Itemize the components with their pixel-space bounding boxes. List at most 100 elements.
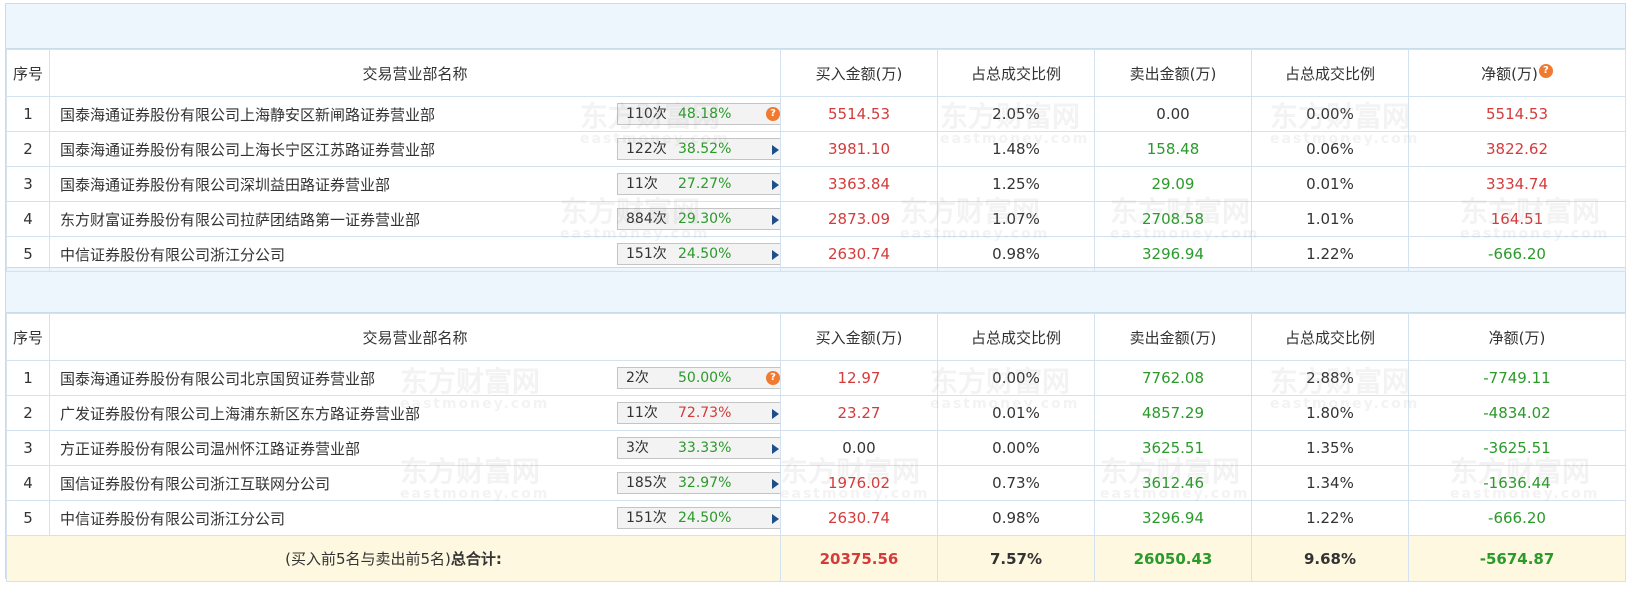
- expand-arrow-icon[interactable]: [772, 180, 779, 190]
- total-net: -5674.87: [1408, 535, 1626, 582]
- branch-stat-button[interactable]: 11次 72.73%: [617, 402, 780, 424]
- net-amount: 164.51: [1408, 201, 1626, 237]
- sell-table-header-row: 序号 交易营业部名称 买入金额(万) 占总成交比例 卖出金额(万) 占总成交比例…: [6, 313, 1626, 361]
- buy-ratio: 0.00%: [937, 430, 1095, 466]
- sell-amount: 2708.58: [1094, 201, 1252, 237]
- branch-name-cell: 国泰海通证券股份有限公司深圳益田路证券营业部 11次 27.27%: [49, 166, 781, 202]
- listing-count: 151次: [626, 246, 667, 262]
- branch-name[interactable]: 广发证券股份有限公司上海浦东新区东方路证券营业部: [60, 403, 420, 424]
- win-rate: 38.52%: [678, 141, 732, 157]
- sell-ratio: 0.00%: [1251, 96, 1409, 132]
- net-amount: -666.20: [1408, 236, 1626, 272]
- table-row[interactable]: 5 中信证券股份有限公司浙江分公司 151次 24.50% 2630.74 0.98% 32…: [6, 500, 1626, 536]
- win-rate: 33.33%: [678, 440, 732, 456]
- branch-name[interactable]: 国泰海通证券股份有限公司深圳益田路证券营业部: [60, 174, 390, 195]
- listing-count: 884次: [626, 211, 667, 227]
- table-row[interactable]: 4 国信证券股份有限公司浙江互联网分公司 185次 32.97% 1976.02 0.73…: [6, 465, 1626, 501]
- branch-name[interactable]: 中信证券股份有限公司浙江分公司: [60, 508, 285, 529]
- branch-name[interactable]: 国泰海通证券股份有限公司北京国贸证券营业部: [60, 368, 375, 389]
- sell-amount: 4857.29: [1094, 395, 1252, 431]
- sell-ratio: 2.88%: [1251, 360, 1409, 396]
- help-icon[interactable]: ?: [766, 371, 780, 385]
- help-icon[interactable]: ?: [1538, 63, 1553, 78]
- col-sell-header: 卖出金额(万): [1094, 49, 1252, 97]
- table-row[interactable]: 3 方正证券股份有限公司温州怀江路证券营业部 3次 33.33% 0.00 0.00% 36…: [6, 430, 1626, 466]
- table-row[interactable]: 1 国泰海通证券股份有限公司北京国贸证券营业部 2次 50.00%? 12.97 0.00…: [6, 360, 1626, 396]
- sell-amount: 3612.46: [1094, 465, 1252, 501]
- net-amount: -4834.02: [1408, 395, 1626, 431]
- listing-count: 3次: [626, 440, 649, 456]
- buy-amount: 0.00: [780, 430, 938, 466]
- branch-stat-button[interactable]: 151次 24.50%: [617, 243, 780, 265]
- total-label-prefix: (买入前5名与卖出前5名): [285, 550, 451, 568]
- branch-name-cell: 东方财富证券股份有限公司拉萨团结路第一证券营业部 884次 29.30%: [49, 201, 781, 237]
- branch-stat-button[interactable]: 185次 32.97%: [617, 472, 780, 494]
- table-row[interactable]: 2 广发证券股份有限公司上海浦东新区东方路证券营业部 11次 72.73% 23.27 0…: [6, 395, 1626, 431]
- branch-name[interactable]: 方正证券股份有限公司温州怀江路证券营业部: [60, 438, 360, 459]
- table-row[interactable]: 2 国泰海通证券股份有限公司上海长宁区江苏路证券营业部 122次 38.52% 3981…: [6, 131, 1626, 167]
- branch-name[interactable]: 中信证券股份有限公司浙江分公司: [60, 244, 285, 265]
- table-row[interactable]: 1 国泰海通证券股份有限公司上海静安区新闸路证券营业部 110次 48.18%? 551…: [6, 96, 1626, 132]
- expand-arrow-icon[interactable]: [772, 250, 779, 260]
- win-rate: 72.73%: [678, 405, 732, 421]
- listing-count: 110次: [626, 106, 667, 122]
- branch-name-cell: 国泰海通证券股份有限公司北京国贸证券营业部 2次 50.00%?: [49, 360, 781, 396]
- col-name-header: 交易营业部名称: [49, 313, 781, 361]
- buy-ratio: 1.25%: [937, 166, 1095, 202]
- table-row[interactable]: 5 中信证券股份有限公司浙江分公司 151次 24.50% 2630.74 0.98% 32…: [6, 236, 1626, 272]
- col-sell-ratio-header: 占总成交比例: [1251, 313, 1409, 361]
- row-index: 2: [6, 395, 50, 431]
- expand-arrow-icon[interactable]: [772, 215, 779, 225]
- expand-arrow-icon[interactable]: [772, 479, 779, 489]
- sell-ratio: 0.06%: [1251, 131, 1409, 167]
- branch-stat-button[interactable]: 122次 38.52%: [617, 138, 780, 160]
- buy-amount: 23.27: [780, 395, 938, 431]
- buy-ratio: 0.98%: [937, 500, 1095, 536]
- expand-arrow-icon[interactable]: [772, 409, 779, 419]
- expand-arrow-icon[interactable]: [772, 514, 779, 524]
- table-row[interactable]: 4 东方财富证券股份有限公司拉萨团结路第一证券营业部 884次 29.30% 2873.…: [6, 201, 1626, 237]
- win-rate: 24.50%: [678, 246, 732, 262]
- col-sell-ratio-header: 占总成交比例: [1251, 49, 1409, 97]
- col-sell-header: 卖出金额(万): [1094, 313, 1252, 361]
- listing-count: 185次: [626, 475, 667, 491]
- branch-name-cell: 国泰海通证券股份有限公司上海长宁区江苏路证券营业部 122次 38.52%: [49, 131, 781, 167]
- expand-arrow-icon[interactable]: [772, 444, 779, 454]
- buy-ratio: 0.01%: [937, 395, 1095, 431]
- branch-stat-button[interactable]: 151次 24.50%: [617, 507, 780, 529]
- buy-ratio: 0.73%: [937, 465, 1095, 501]
- sell-amount: 29.09: [1094, 166, 1252, 202]
- col-net-header: 净额(万)?: [1408, 49, 1626, 97]
- listing-count: 11次: [626, 405, 658, 421]
- net-amount: 3334.74: [1408, 166, 1626, 202]
- sell-ratio: 1.35%: [1251, 430, 1409, 466]
- sell-amount: 158.48: [1094, 131, 1252, 167]
- total-sell: 26050.43: [1094, 535, 1252, 582]
- branch-name[interactable]: 国泰海通证券股份有限公司上海长宁区江苏路证券营业部: [60, 139, 435, 160]
- branch-stat-button[interactable]: 3次 33.33%: [617, 437, 780, 459]
- table-row[interactable]: 3 国泰海通证券股份有限公司深圳益田路证券营业部 11次 27.27% 3363.84 1…: [6, 166, 1626, 202]
- win-rate: 32.97%: [678, 475, 732, 491]
- buy-amount: 2630.74: [780, 500, 938, 536]
- branch-stat-button[interactable]: 2次 50.00%?: [617, 367, 780, 389]
- win-rate: 27.27%: [678, 176, 732, 192]
- branch-stat-button[interactable]: 884次 29.30%: [617, 208, 780, 230]
- net-amount: 3822.62: [1408, 131, 1626, 167]
- branch-name[interactable]: 国信证券股份有限公司浙江互联网分公司: [60, 473, 330, 494]
- branch-stat-button[interactable]: 110次 48.18%?: [617, 103, 780, 125]
- branch-stat-button[interactable]: 11次 27.27%: [617, 173, 780, 195]
- branch-name[interactable]: 国泰海通证券股份有限公司上海静安区新闸路证券营业部: [60, 104, 435, 125]
- buy-amount: 3363.84: [780, 166, 938, 202]
- buy-ratio: 2.05%: [937, 96, 1095, 132]
- help-icon[interactable]: ?: [766, 107, 780, 121]
- win-rate: 50.00%: [678, 370, 732, 386]
- sell-amount: 3296.94: [1094, 500, 1252, 536]
- total-buy-ratio: 7.57%: [937, 535, 1095, 582]
- sell-ratio: 1.01%: [1251, 201, 1409, 237]
- buy-amount: 2630.74: [780, 236, 938, 272]
- expand-arrow-icon[interactable]: [772, 145, 779, 155]
- row-index: 5: [6, 500, 50, 536]
- branch-name[interactable]: 东方财富证券股份有限公司拉萨团结路第一证券营业部: [60, 209, 420, 230]
- buy-amount: 2873.09: [780, 201, 938, 237]
- col-buy-ratio-header: 占总成交比例: [937, 49, 1095, 97]
